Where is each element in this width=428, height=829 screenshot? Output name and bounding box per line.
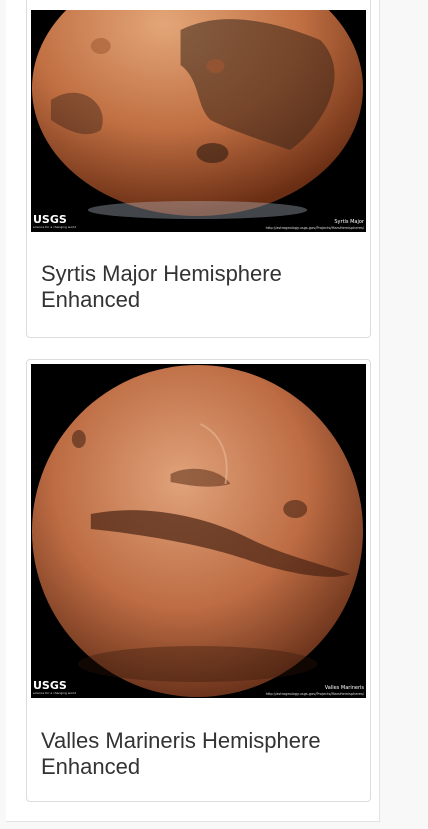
mars-globe-image (31, 10, 366, 232)
hemisphere-image[interactable]: USGS science for a changing world Syrtis… (31, 10, 366, 232)
usgs-logo: USGS science for a changing world (33, 679, 77, 695)
image-caption: Syrtis Major http://astrogeology.usgs.go… (265, 219, 364, 230)
hemisphere-image[interactable]: USGS science for a changing world Valles… (31, 364, 366, 698)
mars-globe-image (31, 364, 366, 698)
hemisphere-title[interactable]: Syrtis Major Hemisphere Enhanced (41, 261, 360, 313)
hemisphere-title[interactable]: Valles Marineris Hemisphere Enhanced (41, 728, 360, 780)
hemisphere-card[interactable]: USGS science for a changing world Syrtis… (26, 0, 371, 338)
image-caption: Valles Marineris http://astrogeology.usg… (265, 685, 364, 696)
usgs-logo: USGS science for a changing world (33, 213, 77, 229)
hemisphere-card[interactable]: USGS science for a changing world Valles… (26, 359, 371, 802)
results-panel: USGS science for a changing world Syrtis… (6, 0, 380, 822)
